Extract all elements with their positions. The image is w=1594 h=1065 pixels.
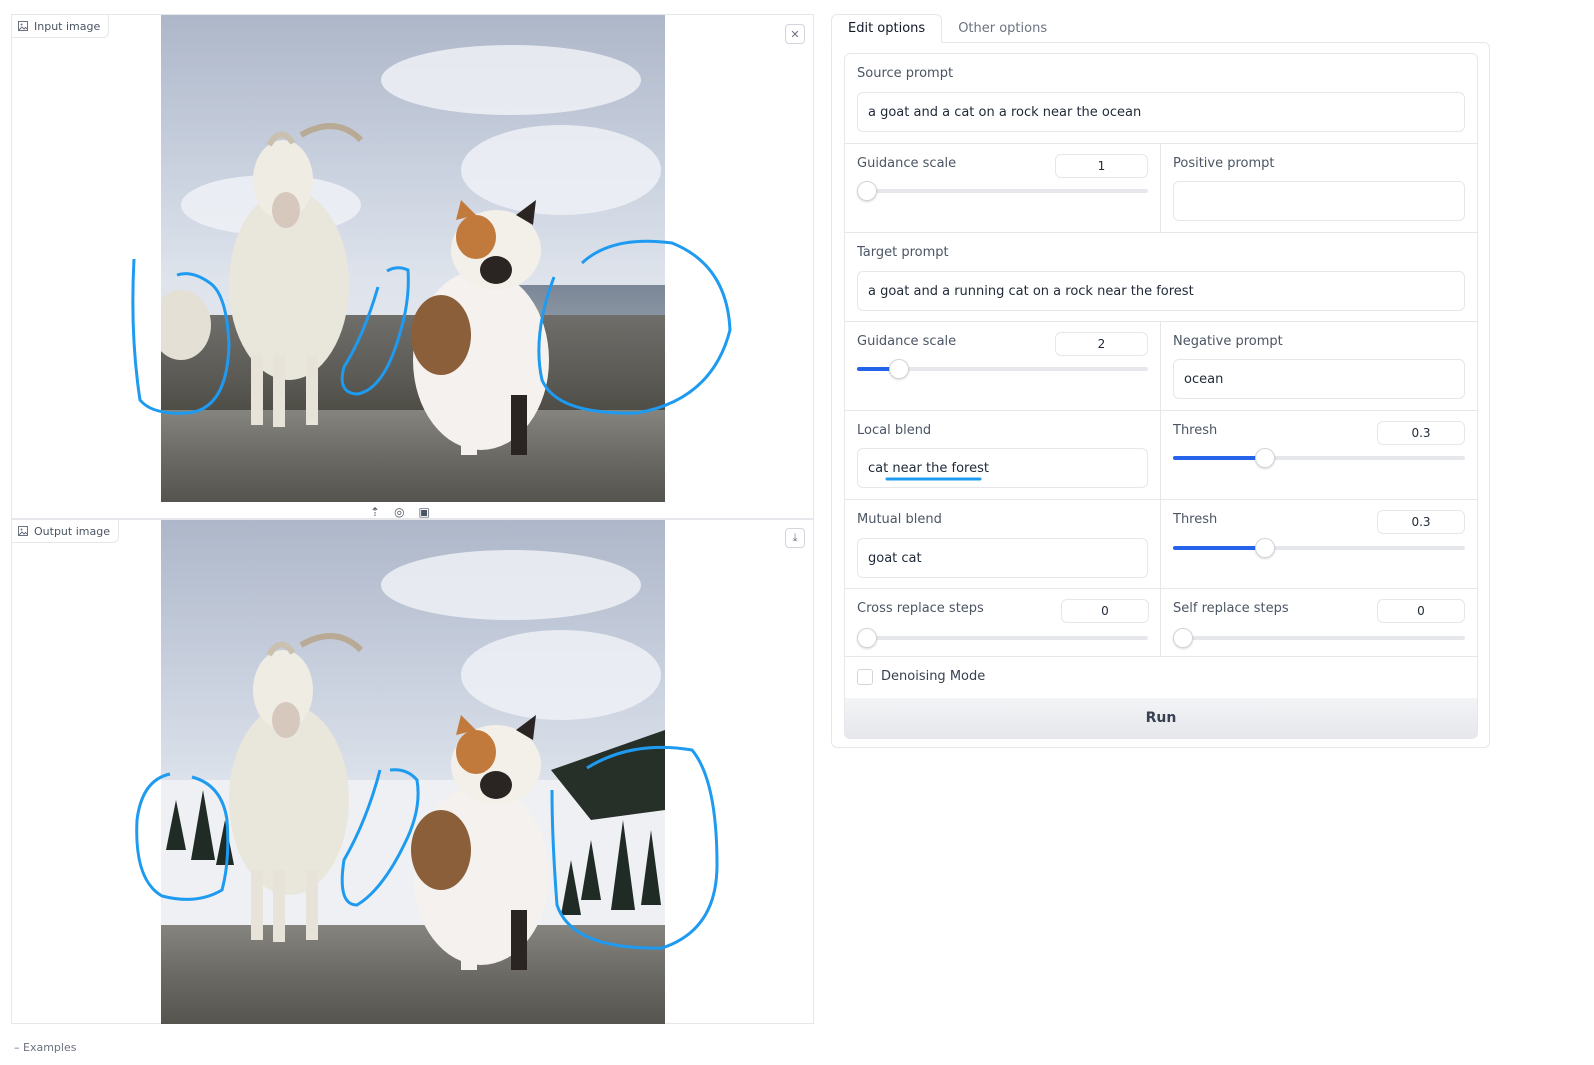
thresh-2-slider[interactable]	[1173, 538, 1465, 558]
positive-prompt-label: Positive prompt	[1173, 156, 1275, 171]
negative-prompt-label: Negative prompt	[1173, 334, 1283, 349]
thresh-1-cell: Thresh 0.3	[1161, 411, 1477, 499]
close-icon: ✕	[790, 27, 800, 41]
mutual-blend-row: Mutual blend goat cat Thresh 0.3	[845, 500, 1477, 589]
output-image-panel: Output image ⤓	[11, 519, 814, 1024]
mutual-blend-label: Mutual blend	[857, 512, 942, 527]
upload-icon[interactable]: ⇡	[370, 505, 380, 519]
denoising-mode-label: Denoising Mode	[881, 669, 986, 684]
tab-edit-options[interactable]: Edit options	[831, 14, 943, 43]
guidance-scale-2-number[interactable]: 2	[1055, 332, 1148, 356]
guidance-positive-row: Guidance scale 1 Positive prompt	[845, 144, 1477, 233]
image-source-toolbar: ⇡ ◎ ▣	[370, 505, 430, 519]
thresh-1-label: Thresh	[1173, 423, 1218, 438]
local-blend-label: Local blend	[857, 423, 932, 438]
guidance-scale-2-thumb[interactable]	[888, 359, 909, 379]
guidance-scale-1-number[interactable]: 1	[1055, 154, 1148, 178]
input-image-label: Input image	[12, 15, 110, 38]
source-prompt-label: Source prompt	[857, 66, 954, 81]
local-blend-cell: Local blend cat near the forest	[845, 411, 1161, 499]
input-image-panel[interactable]: Input image ✕	[11, 14, 814, 519]
options-tabs: Edit options Other options	[831, 14, 1063, 43]
thresh-2-number[interactable]: 0.3	[1377, 510, 1465, 534]
source-prompt-row: Source prompt a goat and a cat on a rock…	[845, 54, 1477, 144]
guidance-scale-1-cell: Guidance scale 1	[845, 144, 1161, 232]
self-replace-steps-thumb[interactable]	[1173, 628, 1193, 648]
thresh-2-cell: Thresh 0.3	[1161, 500, 1477, 588]
self-replace-steps-slider[interactable]	[1173, 628, 1465, 648]
thresh-1-number[interactable]: 0.3	[1377, 421, 1465, 445]
guidance-scale-1-label: Guidance scale	[857, 156, 957, 171]
self-replace-steps-label: Self replace steps	[1173, 601, 1289, 616]
input-image-label-text: Input image	[34, 19, 101, 33]
self-replace-steps-number[interactable]: 0	[1377, 599, 1465, 623]
mutual-blend-input[interactable]: goat cat	[857, 538, 1148, 578]
target-prompt-row: Target prompt a goat and a running cat o…	[845, 233, 1477, 322]
thresh-2-fill	[1173, 546, 1264, 550]
examples-label: Examples	[23, 1041, 77, 1054]
tab-other-options[interactable]: Other options	[942, 14, 1063, 43]
source-prompt-input[interactable]: a goat and a cat on a rock near the ocea…	[857, 92, 1465, 132]
guidance-negative-row: Guidance scale 2 Negative prompt ocean	[845, 322, 1477, 411]
denoising-mode-row: Denoising Mode	[845, 657, 1477, 698]
local-blend-value-prefix: cat	[868, 460, 893, 476]
positive-prompt-input[interactable]	[1173, 181, 1465, 221]
collapse-icon: –	[14, 1041, 20, 1054]
output-image-label-text: Output image	[34, 524, 110, 538]
cross-replace-steps-slider[interactable]	[857, 628, 1148, 648]
thresh-1-slider[interactable]	[1173, 448, 1465, 468]
sketch-annotations	[131, 239, 732, 415]
replace-steps-row: Cross replace steps 0 Self replace steps…	[845, 589, 1477, 657]
mutual-blend-cell: Mutual blend goat cat	[845, 500, 1161, 588]
guidance-scale-1-slider[interactable]	[857, 181, 1148, 201]
thresh-2-thumb[interactable]	[1254, 538, 1275, 558]
examples-accordion[interactable]: – Examples	[14, 1041, 76, 1054]
image-icon	[18, 21, 28, 31]
download-icon: ⤓	[792, 531, 798, 544]
camera-icon[interactable]: ◎	[394, 505, 404, 519]
cross-replace-steps-label: Cross replace steps	[857, 601, 984, 616]
guidance-scale-1-thumb[interactable]	[857, 181, 877, 201]
sketch-annotations	[135, 745, 719, 950]
thresh-2-label: Thresh	[1173, 512, 1218, 527]
thresh-1-fill	[1173, 456, 1264, 460]
guidance-scale-2-slider[interactable]	[857, 359, 1148, 379]
thresh-1-thumb[interactable]	[1254, 448, 1275, 468]
denoising-mode-checkbox[interactable]	[857, 669, 873, 685]
clipboard-icon[interactable]: ▣	[419, 505, 430, 519]
negative-prompt-cell: Negative prompt ocean	[1161, 322, 1477, 410]
cross-replace-steps-thumb[interactable]	[857, 628, 877, 648]
local-blend-value-highlight: near the forest	[892, 460, 989, 476]
clear-image-button[interactable]: ✕	[785, 24, 805, 44]
target-prompt-label: Target prompt	[857, 245, 949, 260]
cross-replace-steps-cell: Cross replace steps 0	[845, 589, 1161, 656]
negative-prompt-input[interactable]: ocean	[1173, 359, 1465, 399]
guidance-scale-2-label: Guidance scale	[857, 334, 957, 349]
output-image-label: Output image	[12, 520, 119, 543]
run-row: Run	[845, 698, 1477, 738]
local-blend-row: Local blend cat near the forest Thresh 0…	[845, 411, 1477, 500]
positive-prompt-cell: Positive prompt	[1161, 144, 1477, 232]
cross-replace-steps-number[interactable]: 0	[1061, 599, 1149, 623]
run-button[interactable]: Run	[845, 698, 1477, 738]
edit-options-form: Source prompt a goat and a cat on a rock…	[844, 53, 1478, 739]
highlight-underline	[885, 477, 982, 481]
target-prompt-input[interactable]: a goat and a running cat on a rock near …	[857, 271, 1465, 311]
guidance-scale-2-cell: Guidance scale 2	[845, 322, 1161, 410]
image-icon	[18, 526, 28, 536]
download-button[interactable]: ⤓	[785, 528, 805, 548]
self-replace-steps-cell: Self replace steps 0	[1161, 589, 1477, 656]
